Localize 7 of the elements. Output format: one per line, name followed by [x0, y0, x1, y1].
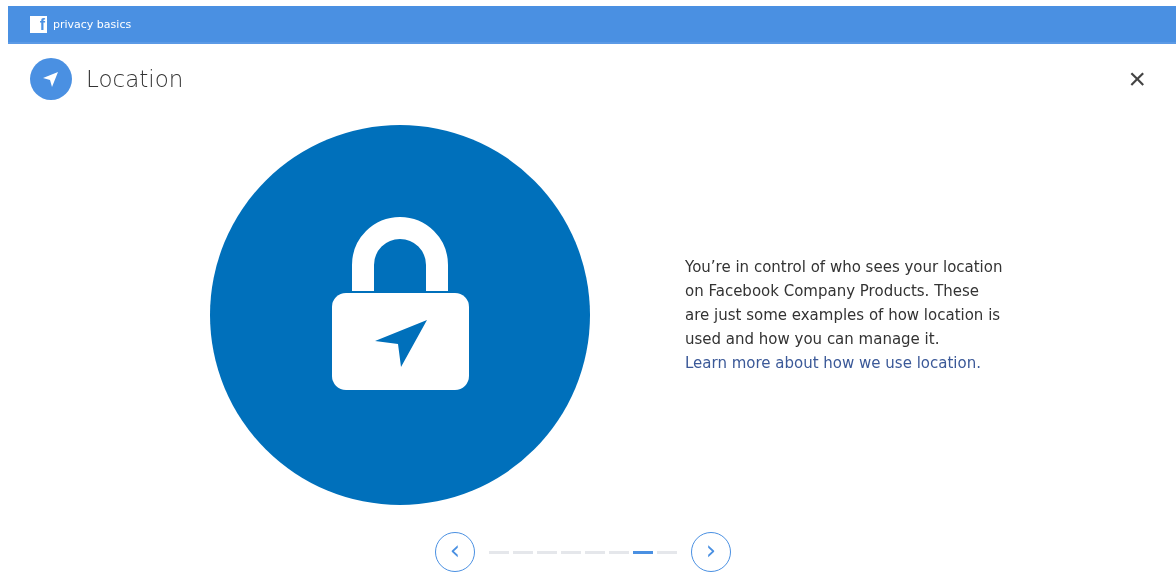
close-button[interactable]: × [1124, 64, 1150, 94]
app-title: privacy basics [53, 17, 132, 31]
logo: f [30, 15, 47, 33]
page-title: Location [86, 66, 185, 92]
page-indicator[interactable] [633, 550, 653, 554]
learn-more-link[interactable]: Learn more about how we use location. [685, 354, 981, 372]
description-text: You’re in control of who sees your location on Facebook Company Products. These are just some examples of how location is used and how you can manage it. Learn more about how we use location. [685, 257, 1004, 374]
